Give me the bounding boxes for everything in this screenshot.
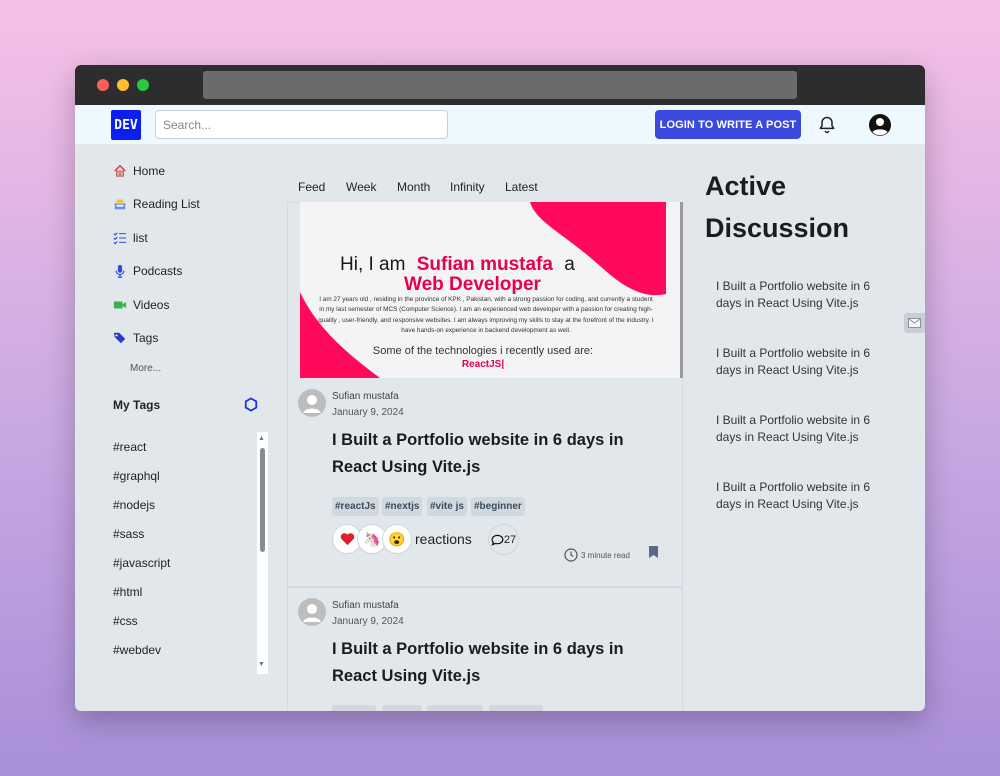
cover-tech-current: ReactJS| bbox=[461, 359, 505, 370]
address-bar[interactable] bbox=[203, 71, 797, 99]
user-silhouette-icon bbox=[303, 395, 321, 413]
post-author[interactable]: Sufian mustafa bbox=[332, 600, 399, 611]
scroll-up-arrow-icon[interactable]: ▲ bbox=[258, 435, 265, 442]
home-icon bbox=[114, 164, 126, 177]
sidebar-item-reading-list[interactable]: Reading List bbox=[113, 194, 200, 214]
tags-icon bbox=[113, 332, 126, 344]
sidebar-item-label: list bbox=[133, 231, 148, 245]
post-tag-placeholder[interactable] bbox=[427, 705, 483, 711]
side-panel-tab[interactable] bbox=[904, 313, 925, 333]
avatar[interactable] bbox=[298, 598, 326, 626]
tab-latest[interactable]: Latest bbox=[505, 180, 538, 194]
bell-icon[interactable] bbox=[817, 115, 837, 135]
post-tag-placeholder[interactable] bbox=[489, 705, 543, 711]
surprised-face-icon: 😮 bbox=[388, 530, 406, 547]
hexagon-settings-icon[interactable] bbox=[244, 397, 258, 412]
clock-icon bbox=[564, 548, 578, 562]
comment-count: 27 bbox=[503, 533, 517, 546]
reading-list-icon bbox=[114, 199, 126, 210]
maximize-window-button[interactable] bbox=[137, 79, 149, 91]
avatar[interactable] bbox=[298, 389, 326, 417]
post-tag-placeholder[interactable] bbox=[332, 705, 376, 711]
tags-scrollbar[interactable]: ▲ ▼ bbox=[257, 432, 268, 674]
post-title[interactable]: I Built a Portfolio website in 6 days in… bbox=[332, 636, 652, 690]
active-discussion-title: Active Discussion bbox=[705, 171, 850, 243]
sidebar-item-label: Podcasts bbox=[133, 264, 183, 278]
post-author[interactable]: Sufian mustafa bbox=[332, 391, 399, 402]
video-camera-icon bbox=[113, 301, 127, 309]
my-tag-item[interactable]: #nodejs bbox=[113, 498, 155, 512]
mail-icon bbox=[908, 318, 921, 328]
login-button[interactable]: LOGIN TO WRITE A POST bbox=[655, 110, 801, 139]
sidebar-item-label: Tags bbox=[133, 331, 159, 345]
sidebar-item-podcasts[interactable]: Podcasts bbox=[113, 261, 182, 281]
bookmark-icon[interactable] bbox=[648, 545, 659, 559]
account-circle-icon[interactable] bbox=[868, 113, 892, 137]
checklist-icon bbox=[113, 232, 127, 245]
minimize-window-button[interactable] bbox=[117, 79, 129, 91]
heart-icon bbox=[340, 533, 354, 546]
my-tag-item[interactable]: #react bbox=[113, 440, 146, 454]
my-tag-item[interactable]: #webdev bbox=[113, 643, 161, 657]
tab-feed[interactable]: Feed bbox=[298, 180, 325, 194]
cover-article: a bbox=[564, 254, 575, 275]
post-date: January 9, 2024 bbox=[332, 616, 404, 627]
discussion-item[interactable]: I Built a Portfolio website in 6 days in… bbox=[716, 278, 886, 312]
cover-greeting: Hi, I am bbox=[340, 254, 406, 275]
post-date: January 9, 2024 bbox=[332, 407, 404, 418]
post-tag[interactable]: #vite js bbox=[427, 497, 467, 516]
my-tag-item[interactable]: #html bbox=[113, 585, 142, 599]
sidebar-item-label: Videos bbox=[133, 298, 170, 312]
cover-role: Web Developer bbox=[404, 274, 541, 295]
sidebar-item-label: Reading List bbox=[133, 197, 200, 211]
my-tag-item[interactable]: #javascript bbox=[113, 556, 170, 570]
title-bar bbox=[75, 65, 925, 105]
search-input[interactable] bbox=[155, 110, 448, 139]
sidebar-item-tags[interactable]: Tags bbox=[113, 328, 158, 348]
discussion-item[interactable]: I Built a Portfolio website in 6 days in… bbox=[716, 479, 886, 513]
tab-week[interactable]: Week bbox=[346, 180, 376, 194]
reactions-label: reactions bbox=[415, 531, 472, 547]
comments-button[interactable]: 27 bbox=[488, 524, 519, 555]
post-tag-placeholder[interactable] bbox=[382, 705, 422, 711]
tab-infinity[interactable]: Infinity bbox=[450, 180, 485, 194]
scroll-down-arrow-icon[interactable]: ▼ bbox=[258, 661, 265, 668]
user-silhouette-icon bbox=[303, 604, 321, 622]
post-cover-image[interactable]: Hi, I am Sufian mustafa a Web Developer … bbox=[300, 202, 683, 378]
cover-heading: Hi, I am Sufian mustafa a bbox=[340, 254, 575, 276]
read-time-label: 3 minute read bbox=[581, 550, 630, 560]
cover-name: Sufian mustafa bbox=[416, 254, 553, 275]
comment-icon bbox=[491, 534, 504, 546]
my-tag-item[interactable]: #css bbox=[113, 614, 138, 628]
unicorn-icon: 🦄 bbox=[363, 530, 381, 547]
sidebar-item-home[interactable]: Home bbox=[113, 161, 165, 181]
cover-bio: I am 27 years old , residing in the prov… bbox=[318, 296, 654, 334]
sidebar-item-list[interactable]: list bbox=[113, 228, 148, 248]
tab-month[interactable]: Month bbox=[397, 180, 430, 194]
post-tag[interactable]: #nextjs bbox=[382, 497, 423, 516]
my-tags-heading: My Tags bbox=[113, 398, 161, 412]
scrollbar-thumb[interactable] bbox=[260, 448, 265, 552]
microphone-icon bbox=[115, 264, 125, 278]
dev-logo[interactable]: DEV bbox=[111, 110, 141, 140]
read-time: 3 minute read bbox=[564, 548, 630, 562]
sidebar-item-videos[interactable]: Videos bbox=[113, 295, 169, 315]
sidebar-item-label: Home bbox=[133, 164, 166, 178]
top-navbar: DEV LOGIN TO WRITE A POST bbox=[75, 105, 925, 144]
post-tag[interactable]: #beginner bbox=[471, 497, 525, 516]
surprised-reaction[interactable]: 😮 bbox=[382, 524, 412, 554]
cover-tech-heading: Some of the technologies i recently used… bbox=[372, 345, 594, 357]
my-tag-item[interactable]: #sass bbox=[113, 527, 144, 541]
cover-edge bbox=[680, 202, 683, 378]
post-tag[interactable]: #reactJs bbox=[332, 497, 379, 516]
close-window-button[interactable] bbox=[97, 79, 109, 91]
discussion-item[interactable]: I Built a Portfolio website in 6 days in… bbox=[716, 412, 886, 446]
more-link[interactable]: More... bbox=[130, 363, 161, 374]
discussion-item[interactable]: I Built a Portfolio website in 6 days in… bbox=[716, 345, 886, 379]
browser-window: DEV LOGIN TO WRITE A POST Home Reading L… bbox=[75, 65, 925, 711]
my-tag-item[interactable]: #graphql bbox=[113, 469, 160, 483]
post-title[interactable]: I Built a Portfolio website in 6 days in… bbox=[332, 427, 652, 481]
